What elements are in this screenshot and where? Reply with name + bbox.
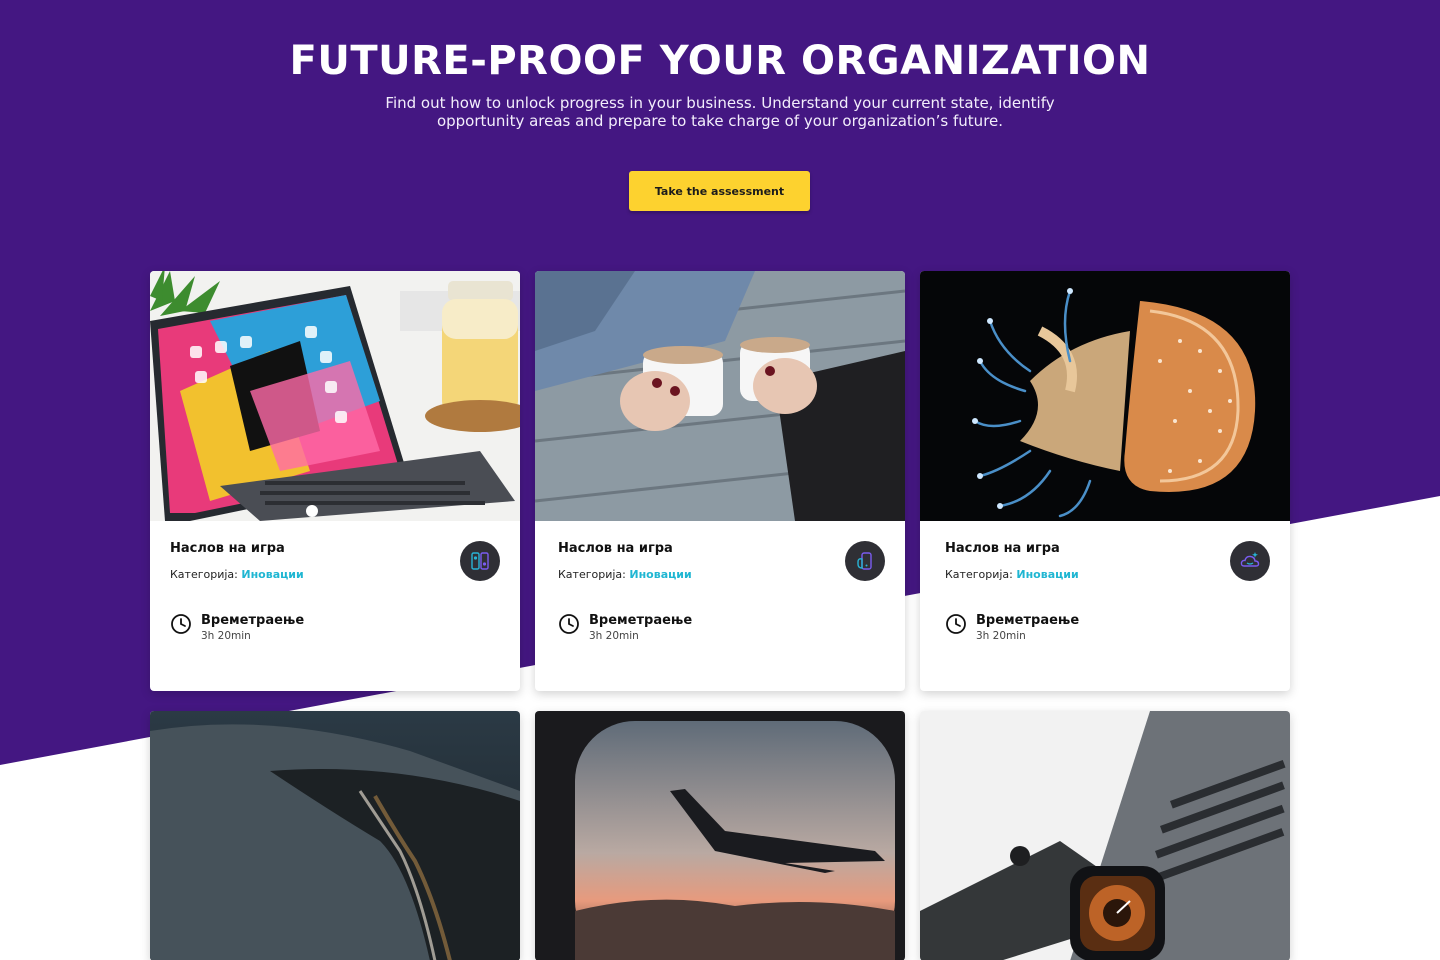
card-category: Категорија: Иновации — [170, 568, 304, 581]
card-category: Категорија: Иновации — [558, 568, 692, 581]
category-label: Категорија: — [558, 568, 626, 581]
game-card[interactable]: Наслов на игра Категорија: Иновации Врем… — [150, 271, 520, 691]
game-card[interactable] — [150, 711, 520, 960]
game-card[interactable] — [535, 711, 905, 960]
card-body: Наслов на игра Категорија: Иновации Врем… — [150, 521, 520, 691]
card-title: Наслов на игра — [558, 541, 673, 556]
duration-value: 3h 20min — [201, 630, 251, 642]
category-label: Категорија: — [170, 568, 238, 581]
clock-icon — [171, 614, 191, 634]
hero-subtitle-line-2: opportunity areas and prepare to take ch… — [436, 112, 1004, 130]
category-link[interactable]: Иновации — [629, 568, 691, 581]
duration-value: 3h 20min — [589, 630, 639, 642]
game-card[interactable]: Наслов на игра Категорија: Иновации Врем… — [535, 271, 905, 691]
card-image-jellyfish — [920, 271, 1290, 521]
card-image-ipad — [150, 271, 520, 521]
hero-subtitle-line-1: Find out how to unlock progress in your … — [385, 94, 1055, 112]
game-card[interactable] — [920, 711, 1290, 960]
card-title: Наслов на игра — [945, 541, 1060, 556]
category-label: Категорија: — [945, 568, 1013, 581]
duration-label: Времетраење — [976, 613, 1080, 628]
card-image-coffee — [535, 271, 905, 521]
hero-subtitle: Find out how to unlock progress in your … — [370, 94, 1070, 130]
card-image-laptop-watch — [920, 711, 1290, 960]
card-body: Наслов на игра Категорија: Иновации Врем… — [920, 521, 1290, 691]
card-title: Наслов на игра — [170, 541, 285, 556]
duration-label: Времетраење — [201, 613, 305, 628]
page: FUTURE-PROOF YOUR ORGANIZATION Find out … — [0, 0, 1440, 960]
card-duration: Времетраење 3h 20min — [945, 613, 1079, 643]
card-duration: Времетраење 3h 20min — [170, 613, 304, 643]
devices-icon — [460, 541, 500, 581]
clock-icon — [559, 614, 579, 634]
hand-phone-icon — [845, 541, 885, 581]
hero-title: FUTURE-PROOF YOUR ORGANIZATION — [289, 38, 1151, 84]
game-card[interactable]: Наслов на игра Категорија: Иновации Врем… — [920, 271, 1290, 691]
duration-value: 3h 20min — [976, 630, 1026, 642]
duration-label: Времетраење — [589, 613, 693, 628]
card-body: Наслов на игра Категорија: Иновации Врем… — [535, 521, 905, 691]
card-category: Категорија: Иновации — [945, 568, 1079, 581]
cloud-sparkle-icon — [1230, 541, 1270, 581]
clock-icon — [946, 614, 966, 634]
card-duration: Времетраење 3h 20min — [558, 613, 692, 643]
card-image-aerial-coast — [150, 711, 520, 960]
category-link[interactable]: Иновации — [241, 568, 303, 581]
card-image-airplane-window — [535, 711, 905, 960]
take-assessment-button[interactable]: Take the assessment — [629, 171, 810, 211]
category-link[interactable]: Иновации — [1016, 568, 1078, 581]
